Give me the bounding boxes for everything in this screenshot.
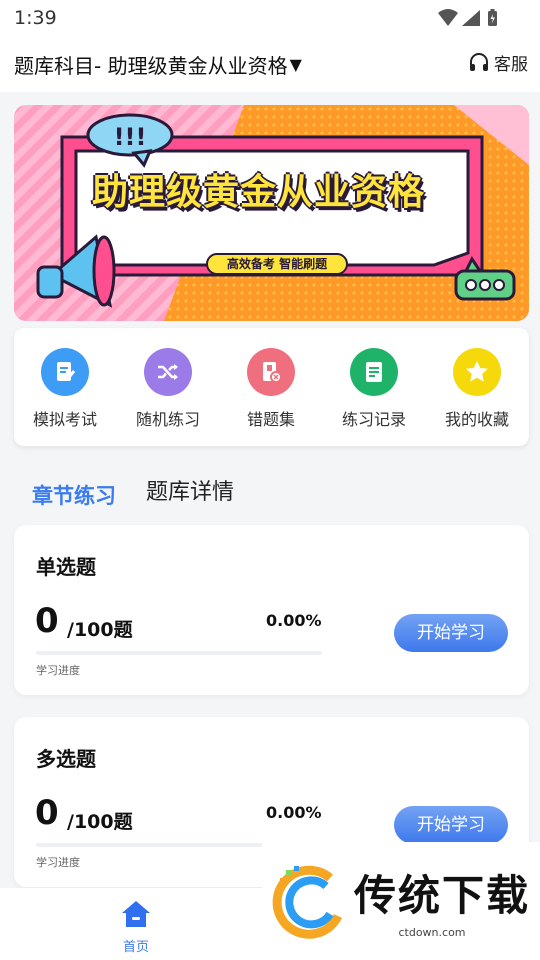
watermark: 传统下载 ctdown.com <box>262 842 540 960</box>
practice-tabs: 章节练习 题库详情 <box>0 470 540 514</box>
subject-label: 题库科目- 助理级黄金从业资格 <box>14 54 288 78</box>
completed-count: 0 <box>35 793 59 833</box>
progress-bar <box>36 651 322 655</box>
progress-percent: 0.00% <box>266 611 322 630</box>
exam-icon <box>41 348 89 396</box>
signal-icon <box>462 10 480 26</box>
progress-percent: 0.00% <box>266 803 322 822</box>
quick-action-favorites[interactable]: 我的收藏 <box>427 348 527 430</box>
headset-icon <box>470 52 488 71</box>
record-icon <box>350 348 398 396</box>
quick-action-label: 错题集 <box>246 410 295 429</box>
svg-text:!!!: !!! <box>114 123 147 151</box>
watermark-url: ctdown.com <box>398 926 466 939</box>
customer-service-label: 客服 <box>494 55 528 75</box>
subject-selector[interactable]: 题库科目- 助理级黄金从业资格 ▼ <box>14 50 302 79</box>
caret-down-icon: ▼ <box>289 55 302 74</box>
status-time: 1:39 <box>14 7 57 29</box>
watermark-text: 传统下载 <box>354 871 531 920</box>
section-title: 单选题 <box>36 555 96 579</box>
tab-bank-details[interactable]: 题库详情 <box>146 474 234 506</box>
quick-action-random-practice[interactable]: 随机练习 <box>118 348 218 430</box>
progress-label: 学习进度 <box>36 664 80 677</box>
wifi-icon <box>438 9 458 26</box>
promo-banner[interactable]: !!! 助理级黄金从业资格 高效备考 智能刷题 <box>14 105 529 321</box>
quick-actions-panel: 模拟考试 随机练习 错题集 练习记录 我的收藏 <box>14 328 529 446</box>
quick-action-wrong-questions[interactable]: 错题集 <box>221 348 321 430</box>
watermark-logo <box>272 865 343 939</box>
home-icon <box>122 901 150 927</box>
star-icon <box>453 348 501 396</box>
quick-action-practice-record[interactable]: 练习记录 <box>324 348 424 430</box>
quick-action-label: 练习记录 <box>341 410 406 429</box>
start-learning-button[interactable]: 开始学习 <box>394 614 508 652</box>
section-title: 多选题 <box>36 747 96 771</box>
start-learning-button[interactable]: 开始学习 <box>394 806 508 844</box>
status-icons <box>438 9 497 26</box>
quick-action-label: 我的收藏 <box>444 410 509 429</box>
total-count: /100题 <box>67 811 133 833</box>
status-bar: 1:39 <box>0 0 540 36</box>
nav-home[interactable]: 首页 <box>110 898 162 955</box>
top-header: 题库科目- 助理级黄金从业资格 ▼ 客服 <box>0 36 540 92</box>
section-card-single-choice: 单选题 0 /100题 0.00% 学习进度 开始学习 <box>14 525 529 695</box>
quick-action-label: 模拟考试 <box>32 410 97 429</box>
progress-label: 学习进度 <box>36 856 80 869</box>
banner-tagline: 高效备考 智能刷题 <box>206 253 348 275</box>
shuffle-icon <box>144 348 192 396</box>
customer-service-button[interactable]: 客服 <box>468 50 528 75</box>
total-count: /100题 <box>67 619 133 641</box>
quick-action-label: 随机练习 <box>135 410 200 429</box>
completed-count: 0 <box>35 601 59 641</box>
banner-title: 助理级黄金从业资格 <box>92 172 426 213</box>
wrong-questions-icon <box>247 348 295 396</box>
nav-home-label: 首页 <box>122 940 149 955</box>
quick-action-mock-exam[interactable]: 模拟考试 <box>15 348 115 430</box>
tab-chapter-practice[interactable]: 章节练习 <box>32 480 116 510</box>
